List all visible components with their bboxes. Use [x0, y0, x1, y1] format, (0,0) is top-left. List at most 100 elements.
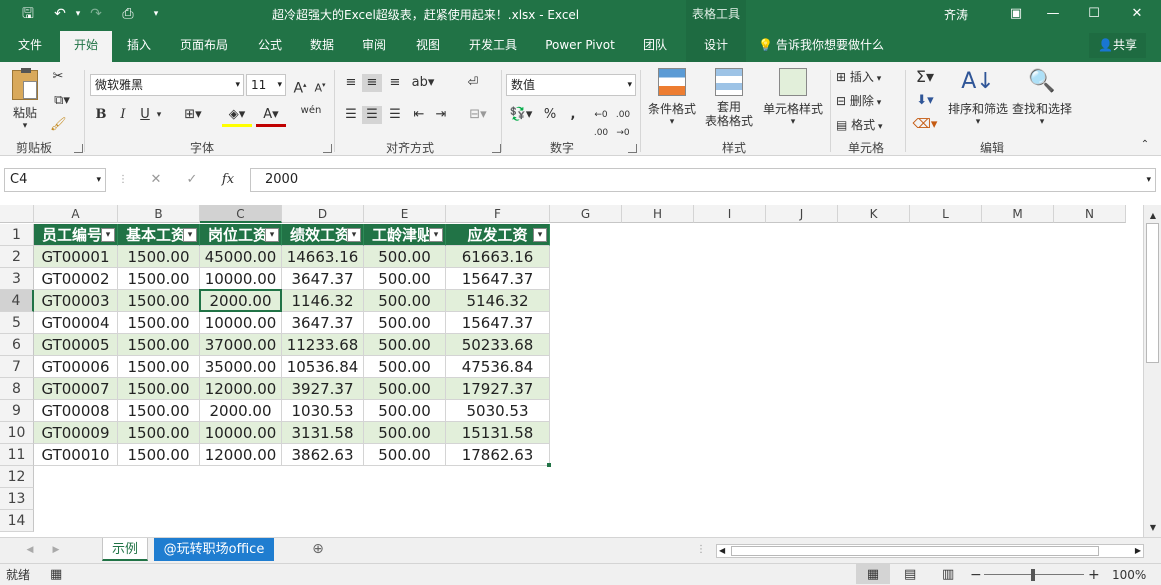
column-header[interactable]: B [118, 205, 200, 223]
collapse-ribbon-icon[interactable]: ⌃ [1138, 136, 1152, 154]
tab-power-pivot[interactable]: Power Pivot [538, 29, 622, 62]
table-cell[interactable]: 1146.32 [282, 290, 364, 312]
customize-toolbar-icon[interactable]: ▾ [146, 5, 166, 23]
scroll-down-icon[interactable]: ▼ [1147, 519, 1159, 537]
table-cell[interactable]: 500.00 [364, 268, 446, 290]
cancel-icon[interactable]: ✕ [148, 171, 164, 189]
save-icon[interactable]: 🖫 [18, 5, 38, 23]
scroll-right-icon[interactable]: ▶ [1135, 545, 1141, 557]
decrease-font-icon[interactable]: A▾ [312, 76, 328, 98]
align-center-icon[interactable]: ☰ [362, 106, 382, 124]
table-cell[interactable]: 1500.00 [118, 356, 200, 378]
formula-input[interactable]: 2000 ▾ [250, 168, 1156, 192]
page-break-view-icon[interactable]: ▥ [942, 564, 954, 585]
table-cell[interactable]: 3647.37 [282, 268, 364, 290]
table-cell[interactable]: 500.00 [364, 356, 446, 378]
column-header[interactable]: L [910, 205, 982, 223]
font-color-icon[interactable]: A▾ [256, 106, 286, 127]
tab-team[interactable]: 团队 [632, 29, 678, 62]
filter-dropdown-icon[interactable]: ▾ [533, 228, 547, 242]
tab-file[interactable]: 文件 [8, 29, 52, 62]
column-header[interactable]: G [550, 205, 622, 223]
row-header[interactable]: 7 [0, 356, 34, 378]
increase-font-icon[interactable]: A▴ [292, 76, 308, 98]
table-cell[interactable]: 15647.37 [446, 312, 550, 334]
table-cell[interactable]: 1500.00 [118, 400, 200, 422]
table-cell[interactable]: 17927.37 [446, 378, 550, 400]
align-left-icon[interactable]: ☰ [342, 106, 360, 124]
row-header[interactable]: 12 [0, 466, 34, 488]
table-cell[interactable]: 500.00 [364, 378, 446, 400]
macro-record-icon[interactable]: ▦ [50, 564, 62, 585]
table-cell[interactable]: 1500.00 [118, 312, 200, 334]
filter-dropdown-icon[interactable]: ▾ [429, 228, 443, 242]
cell-styles-button[interactable]: 单元格样式 ▾ [762, 68, 824, 127]
tab-design[interactable]: 设计 [686, 29, 746, 62]
row-header[interactable]: 9 [0, 400, 34, 422]
table-cell[interactable]: 1030.53 [282, 400, 364, 422]
table-cell[interactable]: 3927.37 [282, 378, 364, 400]
tab-insert[interactable]: 插入 [116, 29, 162, 62]
print-preview-icon[interactable]: ⎙ [118, 5, 138, 23]
table-cell[interactable]: GT00008 [34, 400, 118, 422]
table-header-cell[interactable]: 岗位工资 ▾ [200, 224, 282, 246]
font-size-select[interactable]: 11 ▾ [246, 74, 286, 96]
wrap-text-icon[interactable]: ⏎ [464, 74, 482, 92]
underline-button[interactable]: U [138, 106, 152, 124]
table-cell[interactable]: GT00006 [34, 356, 118, 378]
orientation-icon[interactable]: ab▾ [410, 74, 436, 92]
fill-icon[interactable]: ⬇▾ [912, 92, 938, 110]
zoom-slider-thumb[interactable] [1031, 569, 1035, 581]
table-cell[interactable]: 10000.00 [200, 312, 282, 334]
tab-home[interactable]: 开始 [60, 29, 112, 62]
table-cell[interactable]: 500.00 [364, 400, 446, 422]
user-name[interactable]: 齐涛 [944, 6, 968, 23]
row-header[interactable]: 4 [0, 290, 34, 312]
prev-sheet-icon[interactable]: ◀ [24, 541, 36, 559]
row-header[interactable]: 5 [0, 312, 34, 334]
row-header[interactable]: 13 [0, 488, 34, 510]
table-cell[interactable]: 3862.63 [282, 444, 364, 466]
table-cell[interactable]: 10000.00 [200, 422, 282, 444]
table-cell[interactable]: 14663.16 [282, 246, 364, 268]
close-button[interactable]: ✕ [1127, 4, 1147, 24]
middle-align-icon[interactable]: ≡ [362, 74, 382, 92]
table-cell[interactable]: GT00002 [34, 268, 118, 290]
merge-center-icon[interactable]: ⊟▾ [464, 106, 492, 124]
undo-dropdown-icon[interactable]: ▾ [68, 5, 88, 23]
table-cell[interactable]: 45000.00 [200, 246, 282, 268]
tab-view[interactable]: 视图 [406, 29, 450, 62]
percent-button[interactable]: % [542, 106, 558, 124]
align-right-icon[interactable]: ☰ [386, 106, 404, 124]
find-select-button[interactable]: 🔍 查找和选择 ▾ [1010, 68, 1074, 127]
table-cell[interactable]: 11233.68 [282, 334, 364, 356]
cut-icon[interactable]: ✂ [50, 68, 66, 86]
table-cell[interactable]: 500.00 [364, 444, 446, 466]
number-format-select[interactable]: 数值 ▾ [506, 74, 636, 96]
table-cell[interactable]: 61663.16 [446, 246, 550, 268]
table-resize-handle[interactable] [547, 463, 551, 467]
filter-dropdown-icon[interactable]: ▾ [101, 228, 115, 242]
column-header[interactable]: H [622, 205, 694, 223]
font-name-select[interactable]: 微软雅黑 ▾ [90, 74, 244, 96]
share-button[interactable]: 👤共享 [1089, 33, 1146, 58]
row-header[interactable]: 11 [0, 444, 34, 466]
new-sheet-icon[interactable]: ⊕ [308, 540, 328, 558]
filter-dropdown-icon[interactable]: ▾ [265, 228, 279, 242]
format-cells-button[interactable]: ▤ 格式 ▾ [836, 116, 900, 133]
table-cell[interactable]: GT00005 [34, 334, 118, 356]
zoom-level[interactable]: 100% [1112, 564, 1146, 585]
table-cell[interactable]: GT00004 [34, 312, 118, 334]
table-cell[interactable]: GT00010 [34, 444, 118, 466]
table-header-cell[interactable]: 员工编号 ▾ [34, 224, 118, 246]
table-header-cell[interactable]: 绩效工资 ▾ [282, 224, 364, 246]
maximize-button[interactable]: ☐ [1084, 4, 1104, 24]
undo-icon[interactable]: ↶ [50, 5, 70, 23]
table-cell[interactable]: 15647.37 [446, 268, 550, 290]
tell-me-search[interactable]: 告诉我你想要做什么 [776, 29, 888, 62]
table-cell[interactable]: 17862.63 [446, 444, 550, 466]
table-cell[interactable]: 3131.58 [282, 422, 364, 444]
table-cell[interactable]: 15131.58 [446, 422, 550, 444]
table-cell[interactable]: 50233.68 [446, 334, 550, 356]
row-header[interactable]: 10 [0, 422, 34, 444]
